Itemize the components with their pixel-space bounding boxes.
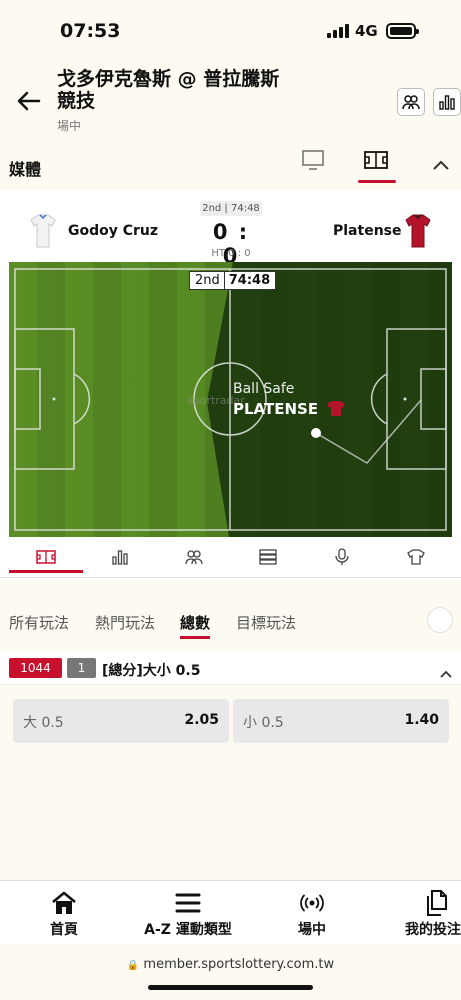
lineup-icon <box>185 550 203 565</box>
odds-value: 2.05 <box>184 712 219 728</box>
nav-live-label: 場中 <box>298 922 326 938</box>
score: 0 : 0 <box>212 220 250 268</box>
market-tabs: 所有玩法 熱門玩法 總數 目標玩法 <box>0 580 461 650</box>
market-id-badge: 1044 <box>9 658 62 678</box>
nav-live[interactable]: 場中 <box>292 889 332 939</box>
tab-commentary[interactable] <box>331 546 353 568</box>
tab-pitch[interactable] <box>35 546 57 568</box>
timer-clock: 74:48 <box>228 273 271 288</box>
stats-icon <box>112 550 128 565</box>
odds-label: 大 0.5 <box>23 715 64 731</box>
pitch-tracker: sportradar <box>9 262 452 537</box>
tv-icon <box>302 150 324 170</box>
halftime-score: HT 0 : 0 <box>211 248 251 259</box>
tab-popular[interactable]: 熱門玩法 <box>95 612 155 633</box>
bottom-nav: 首頁 A-Z 運動類型 場中 我的投注 <box>0 880 461 944</box>
media-label: 媒體 <box>9 160 42 179</box>
stats-icon <box>439 95 455 110</box>
arrow-left-icon <box>17 91 41 111</box>
odds-label: 小 0.5 <box>243 715 284 731</box>
battery-icon <box>386 23 419 39</box>
nav-my-bets[interactable]: 我的投注 <box>405 889 461 939</box>
timer-period: 2nd <box>195 273 220 288</box>
media-tab-underline <box>358 180 396 183</box>
tab-kits[interactable] <box>405 546 427 568</box>
pitch-tab[interactable] <box>364 150 388 174</box>
bets-icon <box>427 890 447 916</box>
home-shirt-icon <box>30 214 56 252</box>
browser-url-bar: 🔒 member.sportslottery.com.tw <box>0 944 461 1000</box>
tracker-tab-underline <box>9 570 83 573</box>
odds-button-under[interactable]: 小 0.5 1.40 <box>233 699 449 743</box>
nav-sports-label: A-Z 運動類型 <box>144 922 232 938</box>
live-icon <box>300 894 324 912</box>
tab-all-markets[interactable]: 所有玩法 <box>9 612 69 633</box>
pitch-timer: 2nd 74:48 <box>189 271 277 290</box>
tab-lineup[interactable] <box>183 546 205 568</box>
network-label: 4G <box>355 22 378 40</box>
chevron-up-icon <box>433 160 449 170</box>
status-time: 07:53 <box>60 20 121 42</box>
url-text[interactable]: 🔒 member.sportslottery.com.tw <box>0 957 461 972</box>
nav-home-label: 首頁 <box>50 922 78 938</box>
period-chip: 2nd | 74:48 <box>200 201 262 216</box>
collapse-button[interactable] <box>432 156 450 175</box>
scoreboard: 2nd | 74:48 Godoy Cruz 0 : 0 HT 0 : 0 Pl… <box>0 190 461 268</box>
odds-value: 1.40 <box>404 712 439 728</box>
media-bar: 媒體 <box>0 140 461 190</box>
url-value: member.sportslottery.com.tw <box>143 957 335 972</box>
market-tab-underline <box>180 636 210 639</box>
market-num-badge: 1 <box>67 658 96 678</box>
event-team: PLATENSE <box>233 400 319 418</box>
stats-button[interactable] <box>433 88 461 116</box>
nav-sports[interactable]: A-Z 運動類型 <box>143 889 233 939</box>
away-shirt-icon <box>404 214 432 252</box>
pitch-icon <box>364 151 388 169</box>
event-label: Ball Safe <box>233 381 295 397</box>
lock-icon: 🔒 <box>126 960 140 971</box>
tab-totals[interactable]: 總數 <box>180 612 210 633</box>
home-icon <box>52 891 76 914</box>
page-title: 戈多伊克魯斯 @ 普拉騰斯競技 <box>57 68 280 112</box>
chevron-up-icon[interactable] <box>440 663 452 682</box>
market-header[interactable]: 1044 1 [總分]大小 0.5 <box>0 652 461 685</box>
pitch-icon <box>36 550 56 564</box>
mic-icon <box>335 548 349 565</box>
list-icon <box>259 549 277 565</box>
tab-list[interactable] <box>257 546 279 568</box>
signal-icon <box>327 24 349 38</box>
more-tabs-button[interactable] <box>427 607 453 633</box>
back-button[interactable] <box>14 86 44 116</box>
tab-goals[interactable]: 目標玩法 <box>236 612 296 633</box>
home-indicator[interactable] <box>148 985 313 990</box>
status-bar: 07:53 4G <box>0 0 461 62</box>
lineup-icon <box>402 95 420 110</box>
lineup-button[interactable] <box>397 88 425 116</box>
match-header: 戈多伊克魯斯 @ 普拉騰斯競技 場中 <box>0 62 461 140</box>
menu-icon <box>175 893 201 913</box>
odds-button-over[interactable]: 大 0.5 2.05 <box>13 699 229 743</box>
shirt-icon <box>407 549 425 565</box>
nav-my-bets-label: 我的投注 <box>405 922 461 938</box>
page-subtitle: 場中 <box>57 119 82 133</box>
video-tab[interactable] <box>302 150 324 174</box>
market-name: [總分]大小 0.5 <box>102 663 201 679</box>
tab-stats[interactable] <box>109 546 131 568</box>
home-team-name: Godoy Cruz <box>68 223 159 239</box>
nav-home[interactable]: 首頁 <box>44 889 84 939</box>
away-team-name: Platense <box>333 223 402 239</box>
